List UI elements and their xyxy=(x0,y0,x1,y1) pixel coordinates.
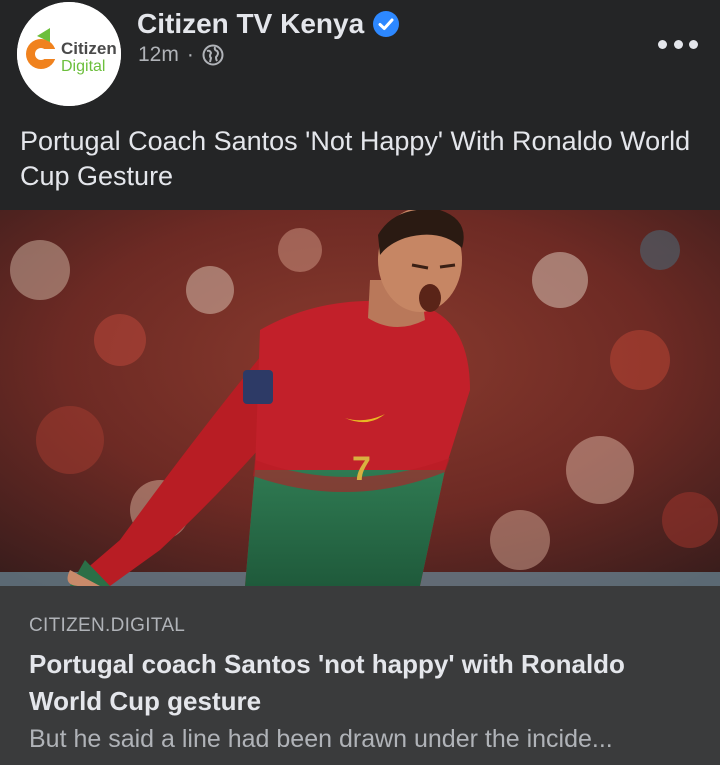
page-avatar[interactable]: Citizen Digital xyxy=(17,2,121,106)
meta-separator: · xyxy=(186,43,194,66)
citizen-digital-logo: Citizen Digital xyxy=(17,2,121,106)
page-name[interactable]: Citizen TV Kenya xyxy=(137,8,400,40)
link-description: But he said a line had been drawn under … xyxy=(29,725,613,753)
link-title[interactable]: Portugal coach Santos 'not happy' with R… xyxy=(29,646,699,720)
link-domain: CITIZEN.DIGITAL xyxy=(29,615,186,636)
svg-text:7: 7 xyxy=(352,450,371,488)
logo-text-citizen: Citizen xyxy=(61,39,117,58)
globe-icon xyxy=(202,44,224,66)
dot-icon xyxy=(658,39,667,49)
post-text: Portugal Coach Santos 'Not Happy' With R… xyxy=(20,126,691,191)
page-name-text[interactable]: Citizen TV Kenya xyxy=(137,8,364,40)
more-options-button[interactable] xyxy=(658,32,698,56)
link-preview-card[interactable]: CITIZEN.DIGITAL Portugal coach Santos 'n… xyxy=(0,586,720,765)
post-header: Citizen Digital Citizen TV Kenya 12m · xyxy=(0,0,720,118)
post-meta: 12m · xyxy=(138,42,224,68)
verified-badge-icon xyxy=(372,10,400,38)
post-timestamp[interactable]: 12m xyxy=(138,42,179,68)
dot-icon xyxy=(689,39,698,49)
link-preview-image[interactable]: 7 xyxy=(0,210,720,586)
logo-text-digital: Digital xyxy=(61,58,105,75)
footballer-photo: 7 xyxy=(0,210,720,586)
dot-icon xyxy=(673,39,683,49)
